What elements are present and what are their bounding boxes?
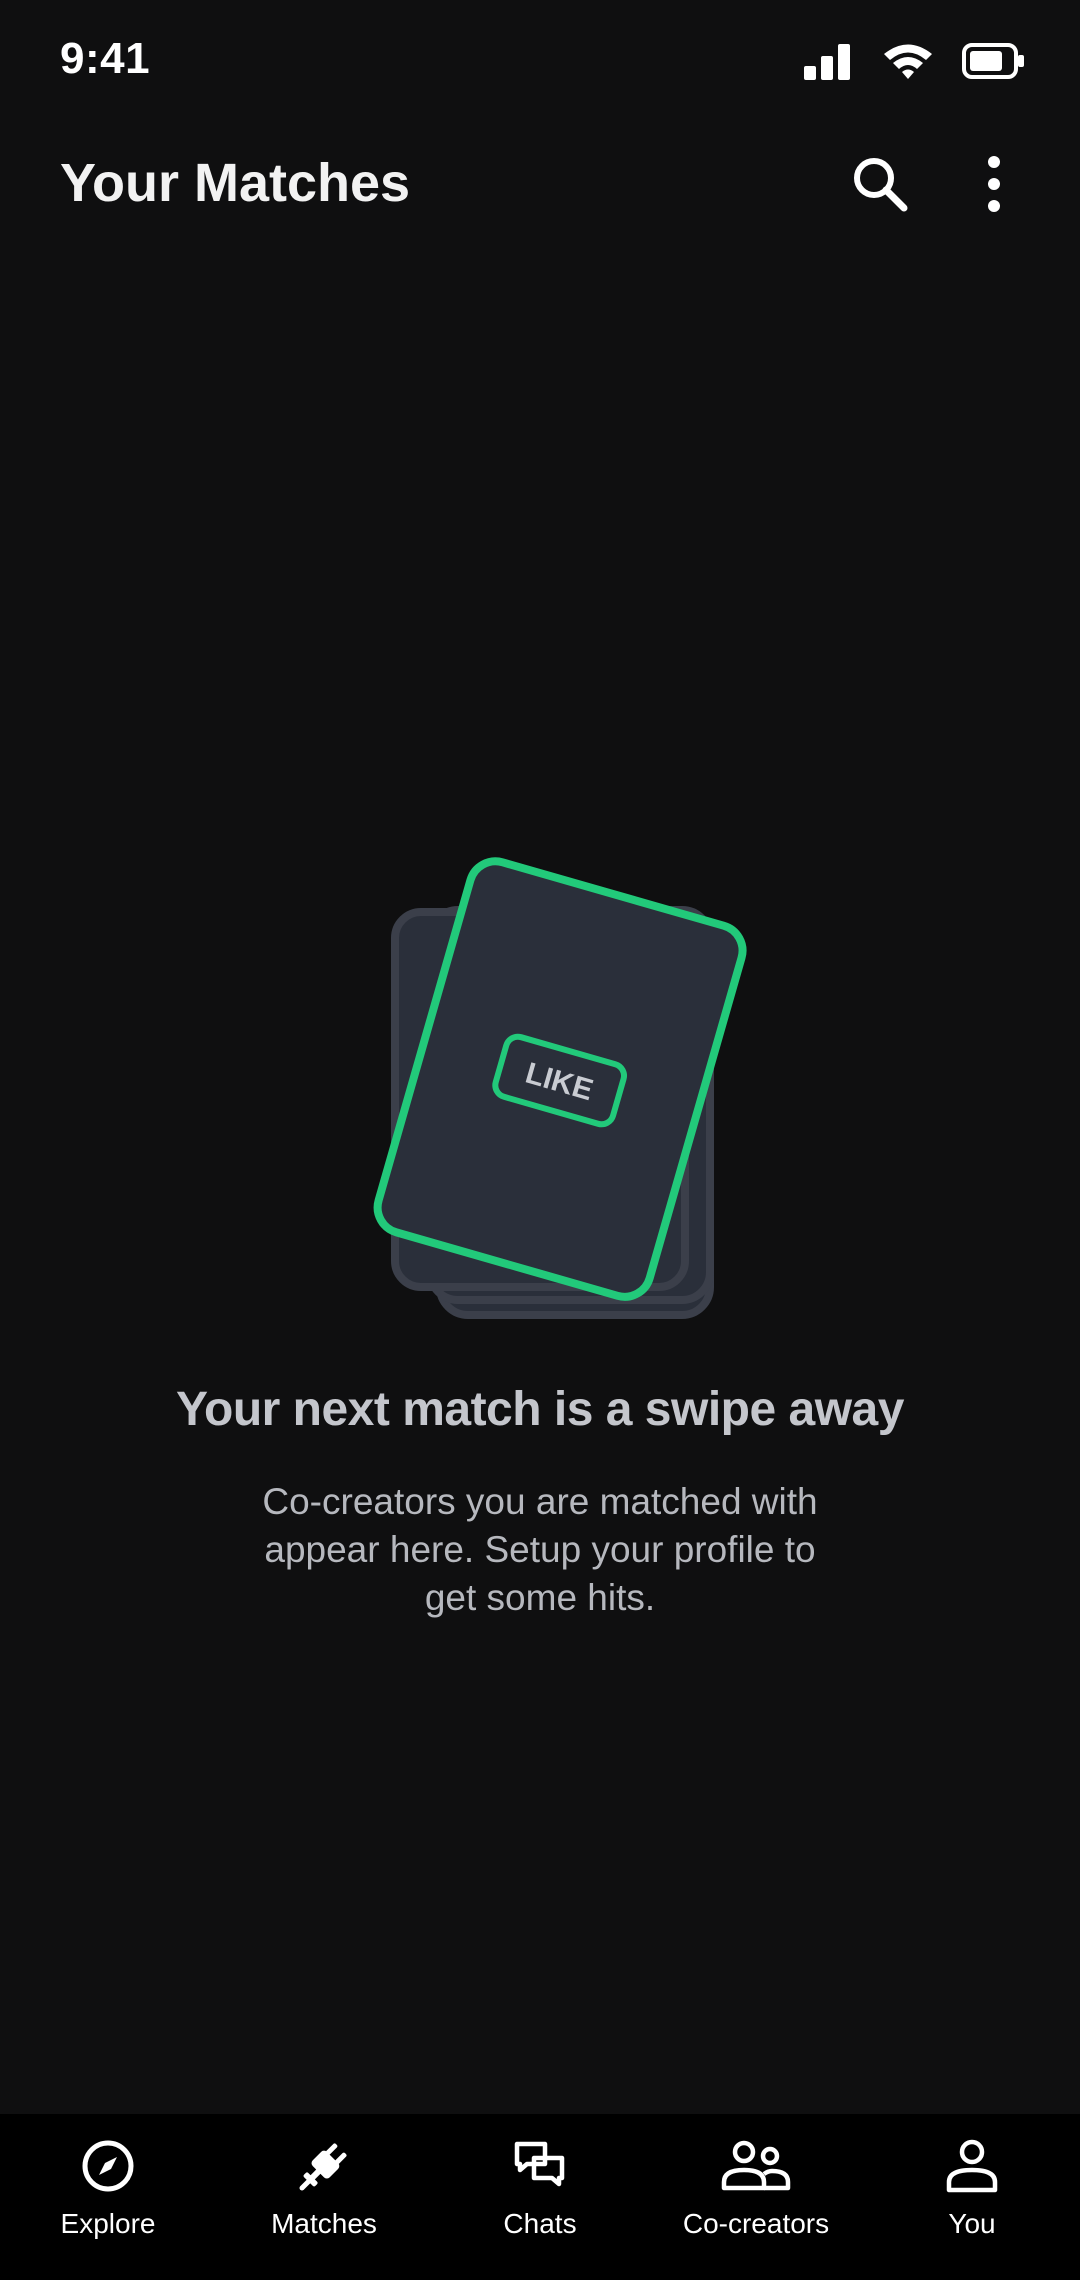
nav-label: You	[948, 2208, 996, 2239]
nav-item-explore[interactable]: Explore	[0, 2114, 216, 2280]
plug-icon	[288, 2136, 360, 2196]
status-bar: 9:41	[0, 0, 1080, 120]
cellular-signal-icon	[802, 42, 854, 85]
nav-item-you[interactable]: You	[864, 2114, 1080, 2280]
bottom-nav: Explore Matches Chats Co-creators You	[0, 2114, 1080, 2280]
nav-item-matches[interactable]: Matches	[216, 2114, 432, 2280]
battery-icon	[962, 42, 1026, 85]
person-icon	[936, 2136, 1008, 2196]
wifi-icon	[882, 41, 934, 86]
nav-item-co-creators[interactable]: Co-creators	[648, 2114, 864, 2280]
empty-state-title: Your next match is a swipe away	[176, 1383, 904, 1436]
nav-label: Chats	[503, 2208, 577, 2239]
app-header: Your Matches	[0, 130, 1080, 240]
empty-state-description: Co-creators you are matched with appear …	[262, 1481, 818, 1618]
search-icon	[850, 154, 910, 219]
card-stack-like-icon: LIKE	[373, 857, 747, 1319]
more-options-button[interactable]	[956, 148, 1032, 224]
people-icon	[720, 2136, 792, 2196]
nav-label: Co-creators	[682, 2208, 830, 2239]
status-time: 9:41	[60, 34, 151, 83]
nav-item-chats[interactable]: Chats	[432, 2114, 648, 2280]
search-button[interactable]	[842, 148, 918, 224]
status-icons	[802, 38, 1026, 88]
page-title: Your Matches	[60, 153, 411, 213]
nav-label: Explore	[60, 2208, 156, 2239]
more-vertical-icon	[984, 154, 1004, 219]
compass-icon	[72, 2136, 144, 2196]
nav-label: Matches	[271, 2208, 377, 2239]
chat-bubbles-icon	[504, 2136, 576, 2196]
